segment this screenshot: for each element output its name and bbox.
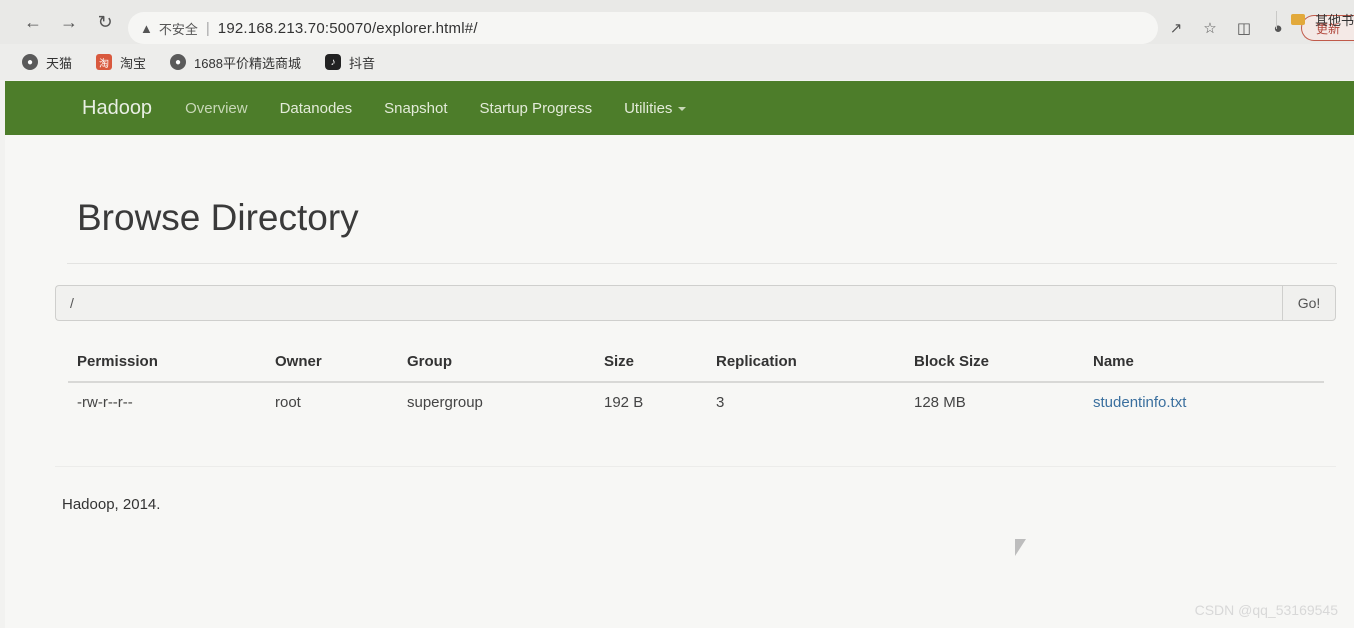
star-icon[interactable]: ☆ [1193,14,1227,42]
table-row: -rw-r--r-- root supergroup 192 B 3 128 M… [68,382,1324,422]
address-separator: | [205,19,210,37]
cell-permission: -rw-r--r-- [77,394,133,411]
other-bookmarks[interactable]: 其他书 [1275,10,1354,29]
nav-utilities-label: Utilities [624,99,673,117]
cell-group: supergroup [407,394,483,411]
bookmark-label: 抖音 [348,55,375,71]
address-bar[interactable]: ▲ 不安全 | 192.168.213.70:50070/explorer.ht… [128,12,1158,44]
taobao-icon: 淘 [96,54,113,70]
cell-owner: root [275,394,301,411]
bookmarks-bar: ● 天猫 淘 淘宝 ● 1688平价精选商城 ♪ 抖音 [0,44,1354,80]
bookmark-tmall[interactable]: ● 天猫 [22,53,72,72]
cell-name: studentinfo.txt [1084,382,1324,422]
forward-arrow-icon[interactable]: → [54,7,84,37]
bookmark-1688[interactable]: ● 1688平价精选商城 [170,53,301,72]
nav-overview[interactable]: Overview [185,100,248,117]
nav-snapshot[interactable]: Snapshot [384,100,447,117]
bookmark-label: 淘宝 [120,55,147,71]
other-bookmarks-label: 其他书 [1314,13,1354,28]
side-panel-icon[interactable]: ◫ [1227,14,1261,42]
header-name[interactable]: Name [1084,343,1324,383]
page-footer: Hadoop, 2014. [62,496,161,513]
brand-link[interactable]: Hadoop [82,97,152,120]
header-size[interactable]: Size [595,343,707,383]
go-button[interactable]: Go! [1282,285,1336,321]
footer-divider [55,466,1336,467]
bookmark-douyin[interactable]: ♪ 抖音 [324,53,375,72]
watermark: CSDN @qq_53169545 [1194,602,1338,618]
file-link[interactable]: studentinfo.txt [1093,394,1186,411]
cell-block-size: 128 MB [914,394,966,411]
hadoop-page: Hadoop Overview Datanodes Snapshot Start… [5,81,1354,628]
back-arrow-icon[interactable]: ← [18,7,48,37]
globe-icon: ● [22,54,38,70]
dropdown-caret-icon [678,106,687,111]
share-icon[interactable]: ↗ [1159,14,1193,42]
top-navbar: Hadoop Overview Datanodes Snapshot Start… [5,81,1354,135]
nav-startup-progress[interactable]: Startup Progress [480,100,593,117]
mouse-cursor-icon [1015,539,1026,556]
url-text[interactable]: 192.168.213.70:50070/explorer.html#/ [218,20,478,37]
nav-datanodes[interactable]: Datanodes [280,100,353,117]
table-header-row: Permission Owner Group Size Replication … [68,343,1324,383]
warning-icon: ▲ [140,20,153,36]
bookmark-taobao[interactable]: 淘 淘宝 [96,53,146,72]
folder-icon [1290,14,1305,25]
cell-replication: 3 [716,394,725,411]
nav-utilities[interactable]: Utilities [624,99,687,117]
insecure-label: 不安全 [158,21,198,37]
header-owner[interactable]: Owner [266,343,398,383]
reload-icon[interactable]: ↻ [90,7,120,37]
directory-table: Permission Owner Group Size Replication … [68,343,1324,422]
bookmark-label: 1688平价精选商城 [194,55,301,71]
page-title: Browse Directory [77,197,359,238]
header-group[interactable]: Group [398,343,595,383]
header-block-size[interactable]: Block Size [905,343,1084,383]
header-replication[interactable]: Replication [707,343,905,383]
bookmark-label: 天猫 [46,55,73,71]
tiktok-icon: ♪ [324,54,341,70]
bookmarks-divider [1275,10,1277,29]
header-divider [67,263,1337,264]
cell-size: 192 B [604,394,644,411]
header-permission[interactable]: Permission [68,343,266,383]
directory-path-input[interactable] [55,285,1282,321]
globe-icon: ● [170,54,187,70]
path-input-group: Go! [55,285,1336,321]
